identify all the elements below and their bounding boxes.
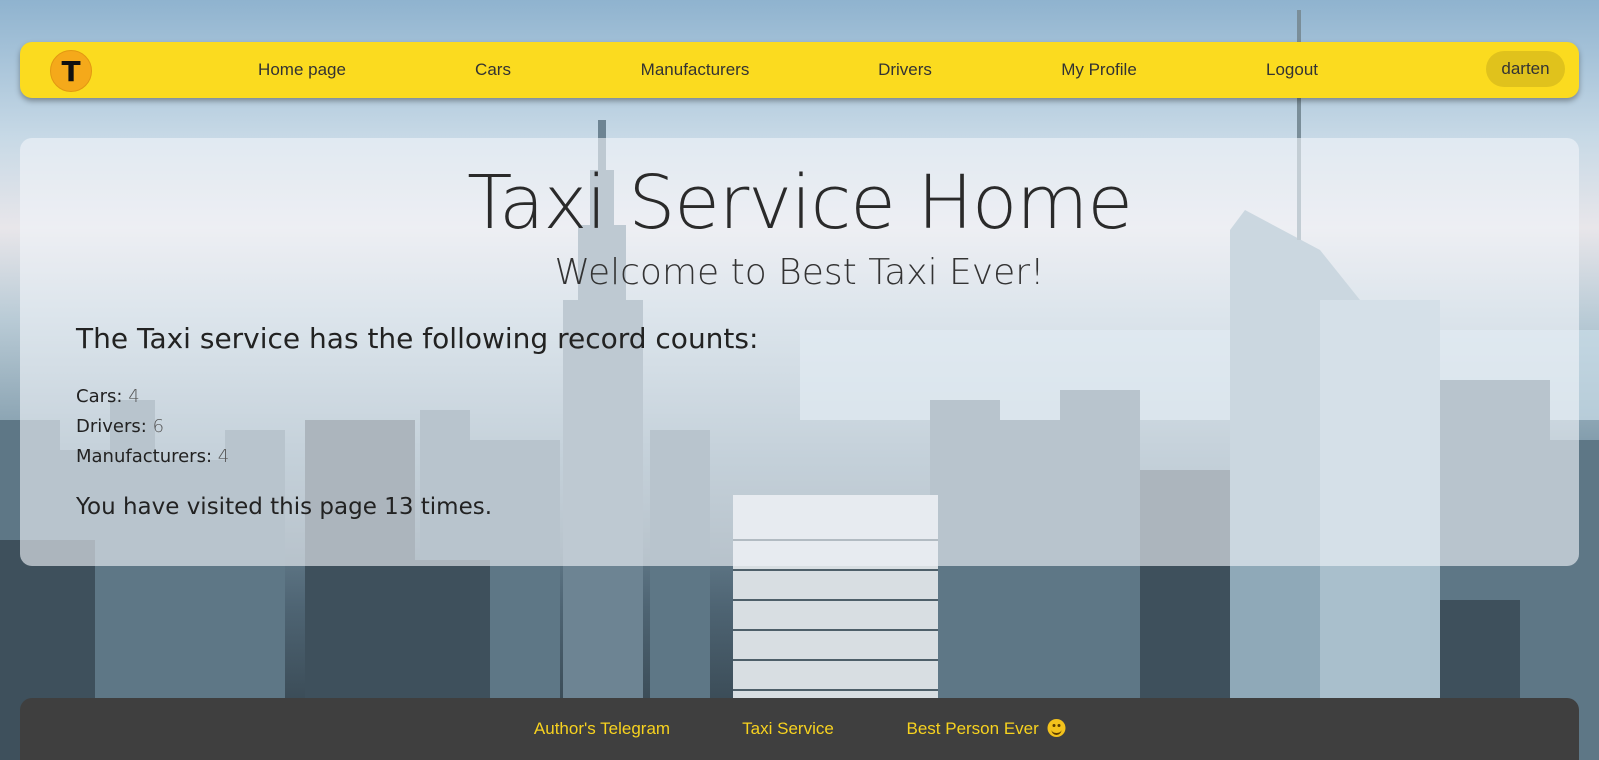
footer-link-label: Best Person Ever xyxy=(906,719,1039,738)
count-value: 6 xyxy=(152,416,165,437)
count-label: Cars: xyxy=(76,386,123,407)
count-cars: Cars: 4 xyxy=(76,386,140,407)
nav-cars[interactable]: Cars xyxy=(475,42,511,98)
footer-authors-telegram-link[interactable]: Author's Telegram xyxy=(534,698,670,760)
page-subtitle: Welcome to Best Taxi Ever! xyxy=(554,252,1045,293)
footer-taxi-service-link[interactable]: Taxi Service xyxy=(742,698,834,760)
footer-bar: Author's Telegram Taxi Service Best Pers… xyxy=(20,698,1579,760)
visit-counter-text: You have visited this page 13 times. xyxy=(76,494,493,520)
record-counts-heading: The Taxi service has the following recor… xyxy=(76,322,759,355)
count-drivers: Drivers: 6 xyxy=(76,416,164,437)
page-title: Taxi Service Home xyxy=(467,160,1133,246)
home-content-panel: Taxi Service Home Welcome to Best Taxi E… xyxy=(20,138,1579,566)
count-label: Manufacturers: xyxy=(76,446,213,467)
nav-logout[interactable]: Logout xyxy=(1266,42,1318,98)
nav-drivers[interactable]: Drivers xyxy=(878,42,932,98)
nav-home-page[interactable]: Home page xyxy=(258,42,346,98)
nav-manufacturers[interactable]: Manufacturers xyxy=(641,42,750,98)
footer-best-person-ever-link[interactable]: Best Person Ever xyxy=(906,698,1066,760)
count-label: Drivers: xyxy=(76,416,147,437)
count-manufacturers: Manufacturers: 4 xyxy=(76,446,229,467)
top-navbar: T Home page Cars Manufacturers Drivers M… xyxy=(20,42,1579,98)
smiley-face-icon xyxy=(1047,719,1066,737)
taxi-logo-icon[interactable]: T xyxy=(50,50,92,92)
nav-my-profile[interactable]: My Profile xyxy=(1061,42,1137,98)
user-badge[interactable]: darten xyxy=(1486,51,1565,87)
count-value: 4 xyxy=(128,386,140,407)
count-value: 4 xyxy=(217,446,230,467)
